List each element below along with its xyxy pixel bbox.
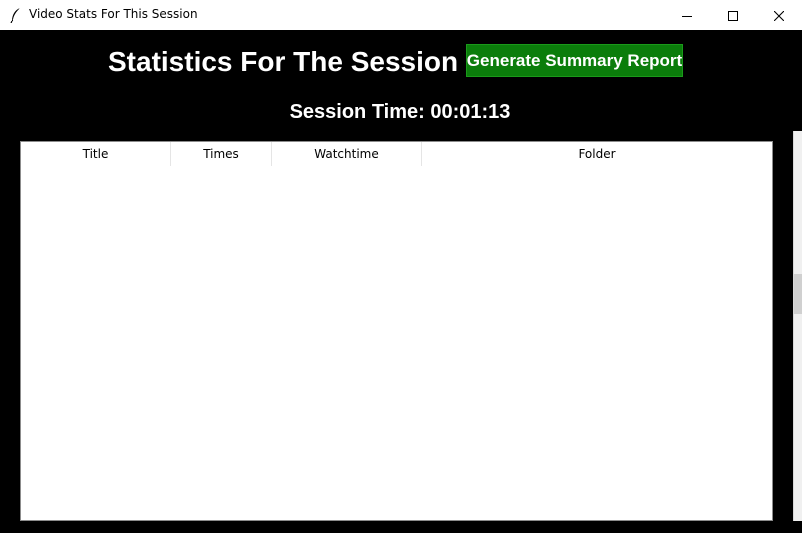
column-header-watchtime[interactable]: Watchtime <box>272 142 422 166</box>
scrollbar[interactable] <box>793 131 802 521</box>
table-body[interactable] <box>21 166 772 520</box>
title-bar[interactable]: Video Stats For This Session <box>0 0 802 30</box>
stats-table[interactable]: Title Times Watchtime Folder <box>20 141 773 521</box>
feather-icon <box>9 7 23 24</box>
app-window: Video Stats For This Session Statistics … <box>0 0 802 537</box>
column-header-folder[interactable]: Folder <box>422 142 772 166</box>
window-title: Video Stats For This Session <box>29 7 198 21</box>
table-header: Title Times Watchtime Folder <box>21 142 772 166</box>
column-header-times[interactable]: Times <box>171 142 272 166</box>
session-time-label: Session Time: 00:01:13 <box>289 101 511 123</box>
window-bottom-edge <box>0 533 802 537</box>
minimize-icon <box>682 6 692 25</box>
maximize-button[interactable] <box>710 0 756 30</box>
close-icon <box>773 6 785 25</box>
close-button[interactable] <box>756 0 802 30</box>
maximize-icon <box>728 6 738 25</box>
column-header-title[interactable]: Title <box>21 142 171 166</box>
page-title: Statistics For The Session <box>108 46 459 77</box>
minimize-button[interactable] <box>664 0 710 30</box>
generate-summary-report-button[interactable]: Generate Summary Report <box>466 44 683 77</box>
scrollbar-thumb[interactable] <box>794 274 802 314</box>
